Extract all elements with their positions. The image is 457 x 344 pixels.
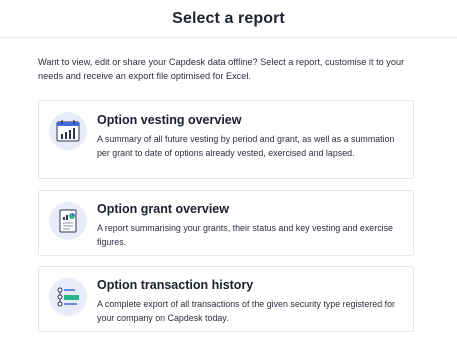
report-description: A summary of all future vesting by perio… — [97, 134, 395, 158]
select-report-dialog: Select a report Want to view, edit or sh… — [0, 0, 457, 344]
report-description: A report summarising your grants, their … — [97, 223, 393, 247]
page-title: Select a report — [172, 9, 285, 27]
transaction-timeline-icon — [49, 278, 87, 316]
dialog-header: Select a report — [0, 0, 457, 38]
document-chart-icon — [49, 202, 87, 240]
report-card-option-grant-overview[interactable]: Option grant overview A report summarisi… — [38, 190, 414, 256]
report-card-option-transaction-history[interactable]: Option transaction history A complete ex… — [38, 266, 414, 332]
report-description: A complete export of all transactions of… — [97, 299, 395, 323]
report-title: Option transaction history — [97, 278, 254, 292]
report-title: Option vesting overview — [97, 113, 242, 127]
report-title: Option grant overview — [97, 202, 229, 216]
intro-text: Want to view, edit or share your Capdesk… — [38, 57, 405, 81]
report-card-option-vesting-overview[interactable]: Option vesting overview A summary of all… — [38, 100, 414, 179]
calendar-bar-chart-icon — [49, 112, 87, 150]
